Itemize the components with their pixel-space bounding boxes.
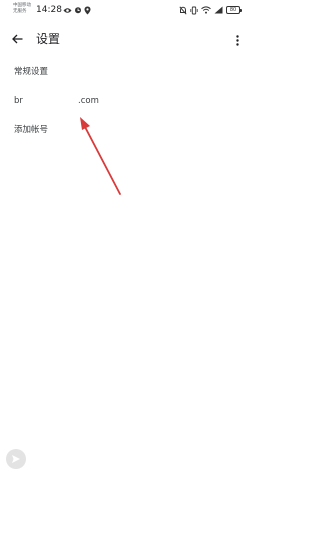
page-title: 设置	[36, 32, 61, 46]
account-item[interactable]: br .com	[0, 86, 253, 114]
arrow-left-icon	[11, 34, 22, 44]
alarm-icon	[75, 7, 81, 14]
status-right-icons: 80	[179, 5, 242, 15]
carrier-status: 无服务	[13, 9, 27, 14]
signal-icon	[214, 6, 223, 14]
location-icon	[84, 6, 91, 14]
wifi-icon	[201, 6, 211, 14]
battery-cap	[240, 9, 242, 12]
add-account-item[interactable]: 添加帐号	[0, 116, 253, 142]
account-email-suffix: .com	[78, 96, 99, 106]
more-vert-icon	[235, 34, 239, 46]
eye-icon	[63, 7, 72, 13]
add-account-label: 添加帐号	[14, 125, 49, 135]
battery-level: 80	[229, 7, 237, 13]
back-button[interactable]	[8, 30, 26, 48]
annotation-arrow	[80, 117, 121, 195]
send-icon	[12, 455, 20, 463]
floating-send-button[interactable]	[6, 449, 26, 469]
status-clock: 14:28	[36, 5, 62, 15]
general-settings-item[interactable]: 常规设置	[14, 66, 48, 78]
more-options-button[interactable]	[232, 30, 242, 50]
status-bar: 中国移动 无服务 14:28 80	[0, 0, 253, 22]
mute-icon	[179, 5, 187, 15]
status-left-icons	[63, 5, 91, 15]
app-bar: 设置	[0, 25, 253, 55]
account-email-prefix: br	[14, 96, 23, 106]
battery-icon: 80	[226, 6, 242, 14]
vibrate-icon	[190, 6, 198, 14]
carrier-info: 中国移动 无服务	[13, 3, 31, 15]
